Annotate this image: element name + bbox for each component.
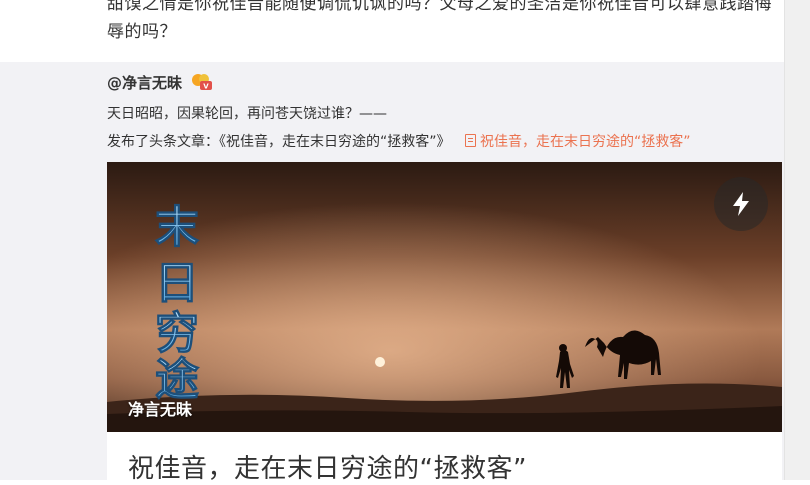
article-card-title[interactable]: 祝佳音，走在末日穷途的“拯救客”: [128, 448, 527, 485]
article-link[interactable]: 祝佳音，走在末日穷途的“拯救客”: [464, 134, 691, 150]
article-prefix: 发布了头条文章：《祝佳音，走在末日穷途的“拯救客”》: [107, 134, 451, 150]
repost-author[interactable]: @净言无昧: [107, 72, 182, 93]
cover-title-char: 日: [155, 258, 199, 309]
cover-title-char: 穷: [155, 308, 199, 359]
post-text: 甜馍之情是你祝佳音能随便调侃讥讽的吗？父母之爱的圣洁是你祝佳音可以肆意践踏侮辱的…: [107, 0, 772, 42]
document-icon: [464, 134, 476, 147]
scrollbar[interactable]: [784, 0, 810, 480]
cover-title-char: 末: [155, 202, 199, 253]
article-line: 发布了头条文章：《祝佳音，走在末日穷途的“拯救客”》 祝佳音，走在末日穷途的“拯…: [107, 131, 690, 151]
repost-quote: 天日昭昭，因果轮回，再问苍天饶过谁？——: [107, 106, 387, 122]
cover-caption: 净言无昧: [128, 400, 193, 419]
vip-badge-icon[interactable]: V: [191, 73, 213, 91]
lightning-icon[interactable]: [714, 177, 768, 231]
article-cover-image[interactable]: 末 日 穷 途 净言无昧: [107, 162, 782, 432]
original-post: 甜馍之情是你祝佳音能随便调侃讥讽的吗？父母之爱的圣洁是你祝佳音可以肆意践踏侮辱的…: [0, 0, 785, 60]
article-card[interactable]: 末 日 穷 途 净言无昧 祝佳音，走在末日穷途的“拯救客”: [107, 162, 782, 484]
svg-text:V: V: [203, 83, 209, 91]
article-link-text: 祝佳音，走在末日穷途的“拯救客”: [479, 134, 691, 150]
